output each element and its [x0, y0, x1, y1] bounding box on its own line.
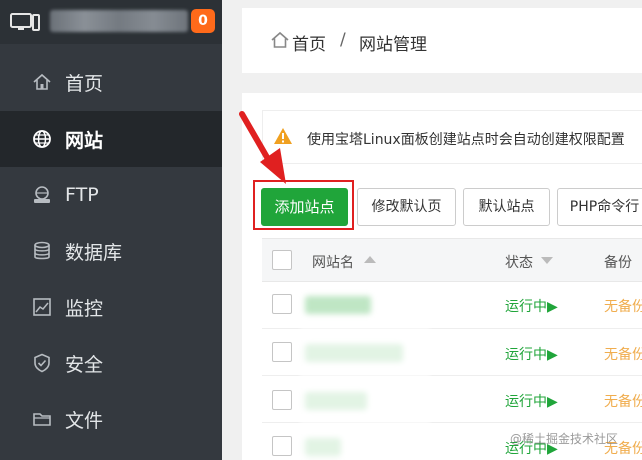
- row-checkbox[interactable]: [272, 294, 292, 314]
- sidebar-item-ftp[interactable]: FTP: [0, 167, 222, 223]
- sidebar-item-label: FTP: [65, 184, 99, 206]
- sidebar-item-home[interactable]: 首页: [0, 54, 222, 110]
- sidebar-item-label: 文件: [65, 409, 104, 432]
- sidebar-item-website[interactable]: 网站: [0, 111, 222, 167]
- backup-status[interactable]: 无备份: [604, 344, 642, 364]
- backup-status[interactable]: 无备份: [604, 391, 642, 411]
- sidebar-header: 0: [0, 0, 222, 44]
- sidebar-item-label: 监控: [65, 297, 104, 320]
- sidebar-item-monitor[interactable]: 监控: [0, 279, 222, 335]
- row-checkbox[interactable]: [272, 342, 292, 362]
- column-header-site-name[interactable]: 网站名: [312, 252, 354, 272]
- monitor-chart-icon: [33, 298, 51, 316]
- notification-badge[interactable]: 0: [191, 9, 215, 33]
- sidebar-item-label: 网站: [65, 129, 104, 152]
- row-checkbox[interactable]: [272, 436, 292, 456]
- red-arrow-annotation: [239, 111, 286, 184]
- sidebar-item-label: 首页: [65, 72, 104, 95]
- sidebar-item-security[interactable]: 安全: [0, 335, 222, 391]
- sidebar-item-label: 数据库: [65, 241, 123, 264]
- breadcrumb-separator: /: [340, 30, 346, 50]
- sort-asc-icon[interactable]: [364, 256, 376, 263]
- select-all-checkbox[interactable]: [272, 250, 292, 270]
- default-site-button[interactable]: 默认站点: [463, 188, 550, 226]
- sidebar-item-database[interactable]: 数据库: [0, 223, 222, 279]
- folder-icon: [33, 413, 51, 426]
- modify-default-page-button[interactable]: 修改默认页: [357, 188, 456, 226]
- watermark: @稀土掘金技术社区: [510, 432, 619, 446]
- database-icon: [34, 241, 50, 260]
- status-running[interactable]: 运行中▶: [505, 391, 558, 411]
- column-header-status[interactable]: 状态: [505, 252, 533, 272]
- sort-desc-icon[interactable]: [541, 257, 553, 264]
- sidebar: 0 首页 网站 FTP 数据库 监控 安全 文件: [0, 0, 222, 460]
- highlight-annotation-box: [253, 180, 354, 230]
- notice-text: 使用宝塔Linux面板创建站点时会自动创建权限配置: [307, 132, 625, 148]
- breadcrumb-current: 网站管理: [359, 35, 427, 55]
- shield-icon: [34, 353, 50, 373]
- ftp-icon: [34, 186, 50, 203]
- breadcrumb-home[interactable]: 首页: [292, 30, 326, 55]
- column-header-backup: 备份: [604, 255, 632, 271]
- backup-status[interactable]: 无备份: [604, 296, 642, 316]
- php-cli-button[interactable]: PHP命令行: [557, 188, 642, 226]
- status-running[interactable]: 运行中▶: [505, 296, 558, 316]
- sidebar-item-files[interactable]: 文件: [0, 391, 222, 447]
- server-name-blurred: [50, 10, 188, 32]
- site-name-blurred[interactable]: [305, 296, 371, 314]
- status-running[interactable]: 运行中▶: [505, 344, 558, 364]
- home-icon[interactable]: [270, 31, 290, 49]
- sidebar-item-label: 安全: [65, 353, 104, 376]
- privacy-blur-overlay: [300, 326, 430, 460]
- computer-icon: [10, 13, 40, 31]
- row-checkbox[interactable]: [272, 390, 292, 410]
- globe-icon: [33, 130, 51, 148]
- home-icon: [33, 73, 51, 90]
